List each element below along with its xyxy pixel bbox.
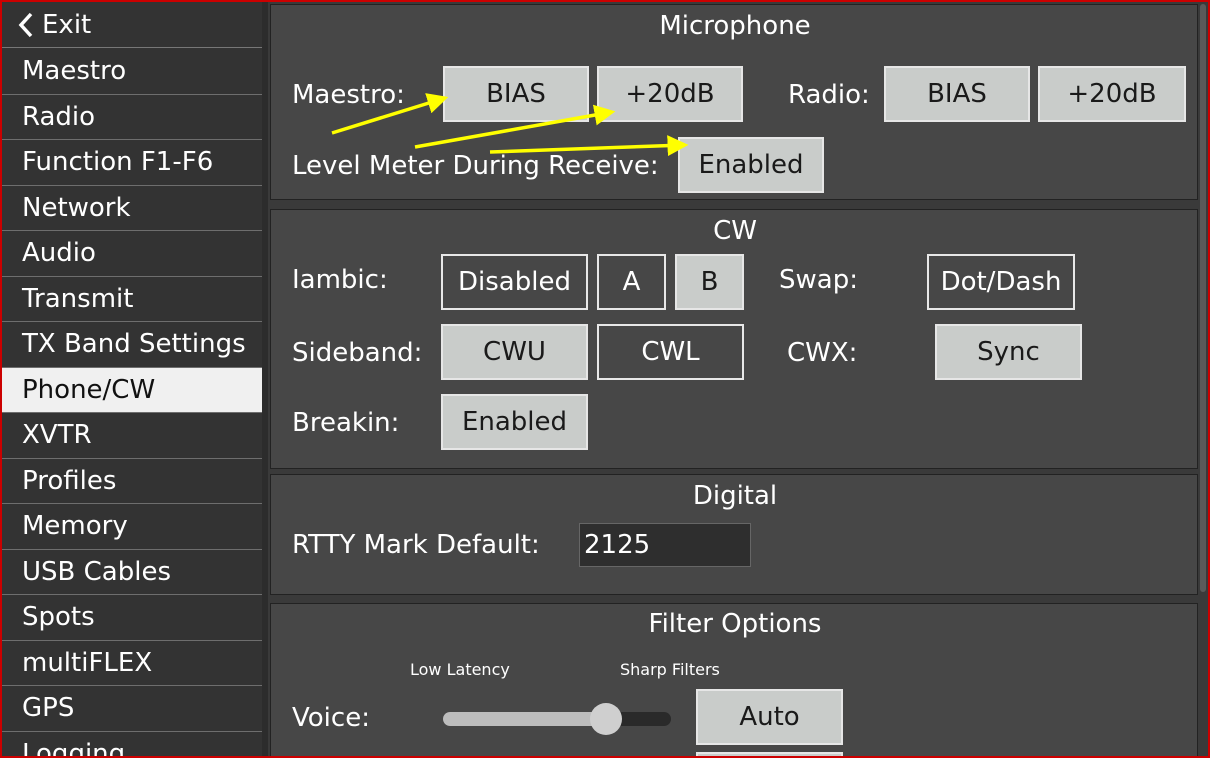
arrow-to-maestro-20db xyxy=(414,104,616,149)
arrow-to-maestro-bias xyxy=(331,93,449,135)
annotation-arrows xyxy=(331,93,689,157)
arrow-to-level-meter xyxy=(489,135,689,157)
